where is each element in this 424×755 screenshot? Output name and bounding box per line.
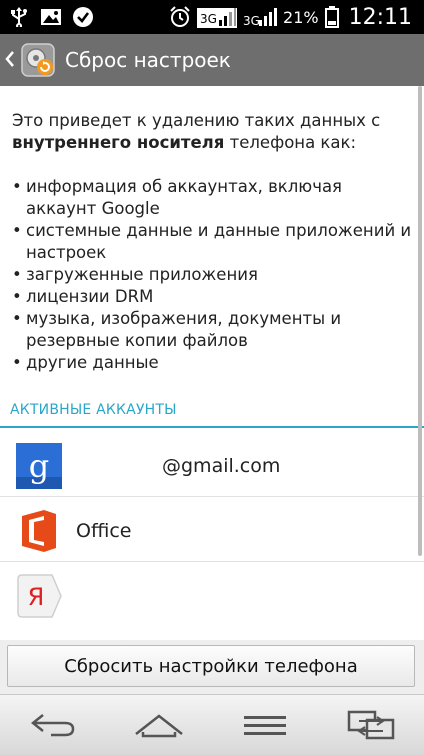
yandex-icon: Я — [16, 573, 62, 619]
button-area: Сбросить настройки телефона — [0, 640, 424, 694]
battery-icon — [324, 6, 339, 28]
reset-icon[interactable] — [21, 43, 55, 77]
menu-icon[interactable] — [235, 701, 295, 749]
navigation-bar — [0, 694, 424, 755]
image-icon — [40, 8, 62, 26]
signal-2-icon: 3G — [243, 6, 278, 28]
battery-percent: 21% — [283, 7, 319, 27]
svg-text:g: g — [29, 447, 49, 485]
back-icon[interactable] — [23, 701, 83, 749]
list-item: музыка, изображения, документы и резервн… — [12, 308, 417, 352]
clock: 12:11 — [348, 4, 412, 30]
intro-text-before: Это приведет к удалению таких данных с — [12, 111, 381, 130]
scrollbar[interactable] — [418, 86, 422, 556]
section-divider — [0, 426, 424, 428]
content-area[interactable]: Это приведет к удалению таких данных с в… — [0, 86, 424, 640]
office-icon — [16, 508, 62, 554]
usb-icon — [8, 7, 30, 27]
dual-window-icon[interactable] — [341, 701, 401, 749]
account-row-google[interactable]: g @gmail.com — [0, 431, 424, 501]
list-item: лицензии DRM — [12, 286, 417, 308]
svg-text:Я: Я — [28, 583, 45, 611]
account-row-yandex[interactable]: Я — [0, 561, 424, 631]
page-title: Сброс настроек — [65, 48, 231, 72]
list-item: системные данные и данные приложений и н… — [12, 220, 417, 264]
home-icon[interactable] — [129, 701, 189, 749]
svg-text:3G: 3G — [243, 14, 260, 28]
account-row-office[interactable]: Office — [0, 496, 424, 566]
intro-text-after: телефона как: — [224, 133, 357, 152]
title-bar: Сброс настроек — [0, 34, 424, 87]
status-bar: 3G 3G 21% 12:11 — [0, 0, 424, 34]
list-item: загруженные приложения — [12, 264, 417, 286]
list-item: информация об аккаунтах, включая аккаунт… — [12, 176, 417, 220]
reset-phone-button[interactable]: Сбросить настройки телефона — [7, 645, 415, 687]
back-chevron-icon[interactable] — [0, 48, 19, 72]
intro-text-bold: внутреннего носителя — [12, 133, 225, 152]
svg-text:3G: 3G — [200, 12, 217, 26]
check-icon — [72, 6, 94, 28]
accounts-section-header: АКТИВНЫЕ АККАУНТЫ — [10, 402, 177, 418]
alarm-icon — [169, 6, 191, 28]
list-item: другие данные — [12, 352, 417, 374]
intro-text: Это приведет к удалению таких данных с в… — [12, 110, 412, 154]
signal-1-icon: 3G — [197, 6, 238, 28]
google-icon: g — [16, 443, 62, 489]
account-label: @gmail.com — [162, 455, 281, 477]
account-label: Office — [76, 520, 132, 542]
data-list: информация об аккаунтах, включая аккаунт… — [12, 176, 417, 374]
